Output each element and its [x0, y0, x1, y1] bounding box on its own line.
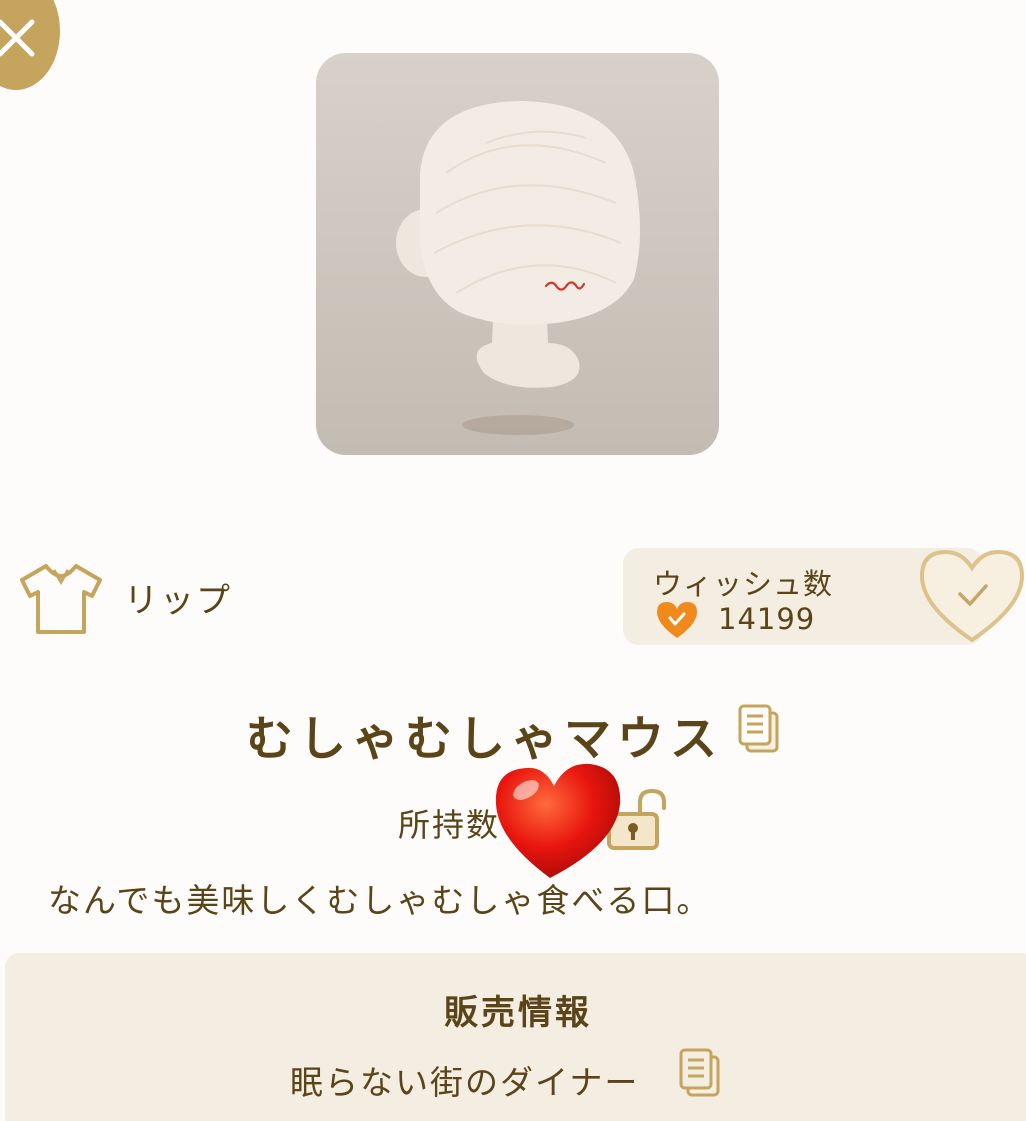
copy-icon[interactable] — [735, 703, 783, 755]
heart-check-icon — [657, 602, 697, 638]
copy-icon[interactable] — [677, 1047, 723, 1099]
close-button[interactable] — [0, 0, 60, 90]
owned-count-label: 所持数 — [398, 806, 501, 844]
sales-source-link[interactable]: 眠らない街のダイナー — [290, 1056, 639, 1104]
wish-count-title: ウィッシュ数 — [653, 567, 834, 601]
wish-count-value: 14199 — [718, 602, 816, 636]
item-description: なんでも美味しくむしゃむしゃ食べる口。 — [48, 881, 712, 920]
sales-info-title: 販売情報 — [444, 993, 592, 1033]
shirt-icon — [20, 564, 102, 634]
item-preview-image — [316, 53, 719, 455]
mannequin-head-illustration — [396, 101, 640, 435]
red-heart-sticker — [495, 763, 621, 878]
category-label: リップ — [124, 581, 232, 621]
item-detail-screen: リップ ウィッシュ数 14199 むしゃむしゃマウス 所持数 なんでも美味しくむ… — [0, 0, 1026, 1121]
item-name: むしゃむしゃマウス — [246, 712, 723, 767]
close-icon — [0, 19, 35, 57]
heart-outline-check-icon[interactable] — [916, 546, 1026, 646]
